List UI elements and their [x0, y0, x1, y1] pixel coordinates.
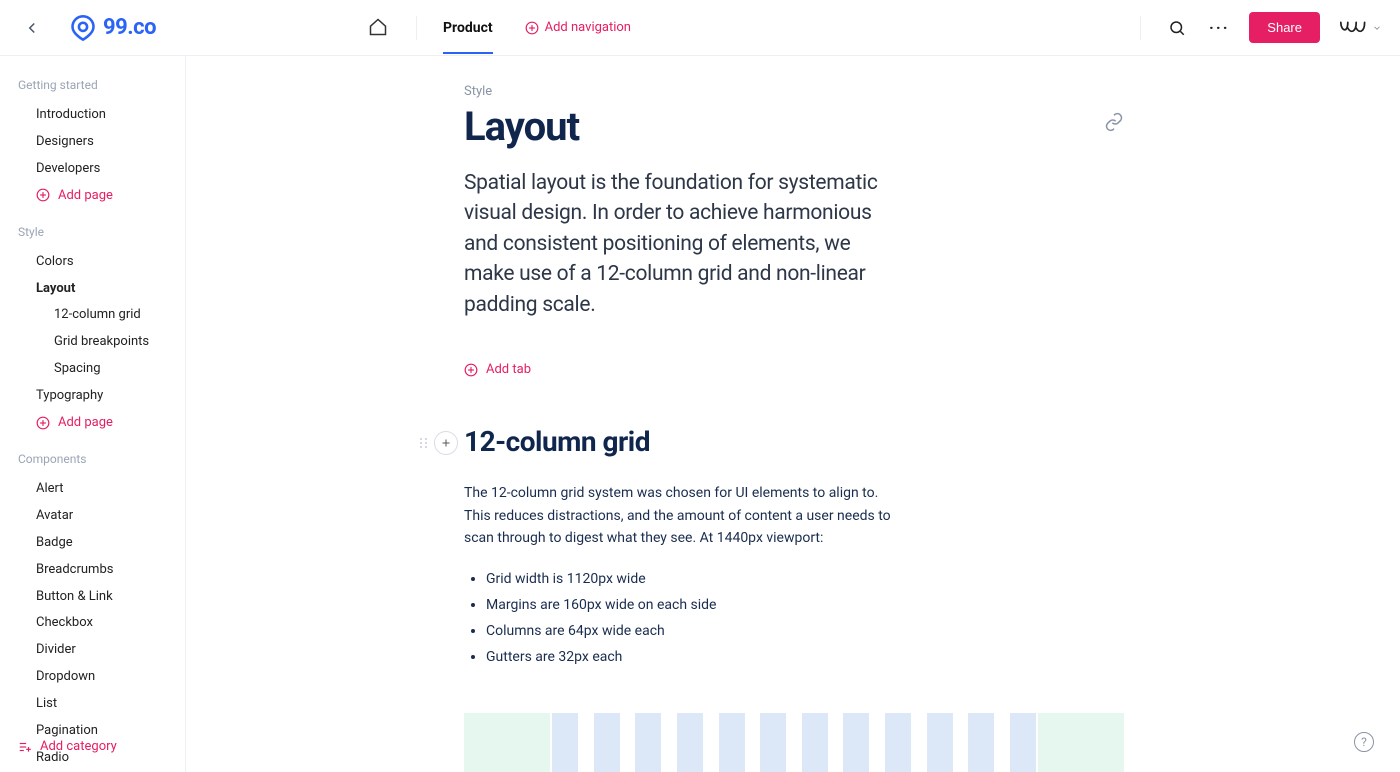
sidebar-heading-getting-started: Getting started [18, 78, 185, 92]
sidebar-item-avatar[interactable]: Avatar [18, 503, 185, 530]
back-arrow-icon[interactable] [20, 16, 44, 40]
divider [416, 16, 417, 40]
sidebar-item-list[interactable]: List [18, 691, 185, 718]
sidebar-subitem-breakpoints[interactable]: Grid breakpoints [18, 329, 185, 356]
bullet-item: Margins are 160px wide on each side [486, 593, 894, 619]
bullet-item: Grid width is 1120px wide [486, 567, 894, 593]
bullet-item: Columns are 64px wide each [486, 619, 894, 645]
page-eyebrow: Style [464, 84, 1124, 99]
add-navigation-button[interactable]: Add navigation [525, 20, 631, 35]
header-nav: Product Add navigation [368, 2, 631, 54]
sidebar-item-alert[interactable]: Alert [18, 476, 185, 503]
header: 99.co Product Add navigation ··· Share [0, 0, 1400, 56]
sidebar-item-developers[interactable]: Developers [18, 156, 185, 183]
link-icon[interactable] [1104, 112, 1124, 136]
section-bullets: Grid width is 1120px wide Margins are 16… [464, 567, 894, 671]
sidebar-heading-components: Components [18, 452, 185, 466]
share-button[interactable]: Share [1249, 12, 1320, 43]
logo[interactable]: 99.co [69, 14, 156, 42]
sidebar-item-dropdown[interactable]: Dropdown [18, 664, 185, 691]
sidebar-heading-style: Style [18, 225, 185, 239]
add-page-button[interactable]: Add page [18, 183, 185, 215]
sidebar-item-divider[interactable]: Divider [18, 637, 185, 664]
page-title: Layout [464, 103, 1124, 150]
add-block-icon[interactable] [434, 431, 458, 455]
sidebar-subitem-spacing[interactable]: Spacing [18, 356, 185, 383]
sidebar-item-button-link[interactable]: Button & Link [18, 584, 185, 611]
divider [1140, 16, 1141, 40]
sidebar-item-layout[interactable]: Layout [18, 276, 185, 303]
add-tab-label: Add tab [486, 362, 531, 377]
add-page-button[interactable]: Add page [18, 410, 185, 442]
workspace-switcher[interactable] [1338, 17, 1382, 39]
search-icon[interactable] [1165, 16, 1189, 40]
section-title-12col: 12-column grid [464, 425, 1124, 458]
sidebar-item-typography[interactable]: Typography [18, 383, 185, 410]
sidebar-item-colors[interactable]: Colors [18, 249, 185, 276]
add-category-button[interactable]: Add category [18, 739, 117, 754]
help-icon[interactable]: ? [1354, 732, 1374, 752]
bullet-item: Gutters are 32px each [486, 645, 894, 671]
add-navigation-label: Add navigation [545, 20, 631, 35]
home-icon[interactable] [368, 17, 390, 39]
page-intro: Spatial layout is the foundation for sys… [464, 168, 894, 320]
sidebar-item-checkbox[interactable]: Checkbox [18, 610, 185, 637]
sidebar-item-designers[interactable]: Designers [18, 129, 185, 156]
section-body: The 12-column grid system was chosen for… [464, 482, 894, 549]
header-right: ··· Share [1134, 12, 1382, 43]
sidebar-item-introduction[interactable]: Introduction [18, 102, 185, 129]
main-content: Style Layout Spatial layout is the found… [186, 56, 1400, 772]
block-handle[interactable] [420, 431, 458, 455]
add-page-label: Add page [58, 188, 113, 203]
sidebar-item-badge[interactable]: Badge [18, 530, 185, 557]
add-page-label: Add page [58, 415, 113, 430]
add-tab-button[interactable]: Add tab [464, 362, 1124, 377]
nav-tab-product[interactable]: Product [443, 2, 493, 54]
sidebar: Getting started Introduction Designers D… [0, 56, 186, 772]
logo-text: 99.co [103, 15, 156, 40]
add-category-label: Add category [40, 739, 117, 754]
grid-diagram: 160px 32px 64px 160px 1120px [464, 713, 1124, 772]
more-icon[interactable]: ··· [1207, 16, 1231, 40]
sidebar-subitem-12col[interactable]: 12-column grid [18, 302, 185, 329]
sidebar-item-breadcrumbs[interactable]: Breadcrumbs [18, 557, 185, 584]
